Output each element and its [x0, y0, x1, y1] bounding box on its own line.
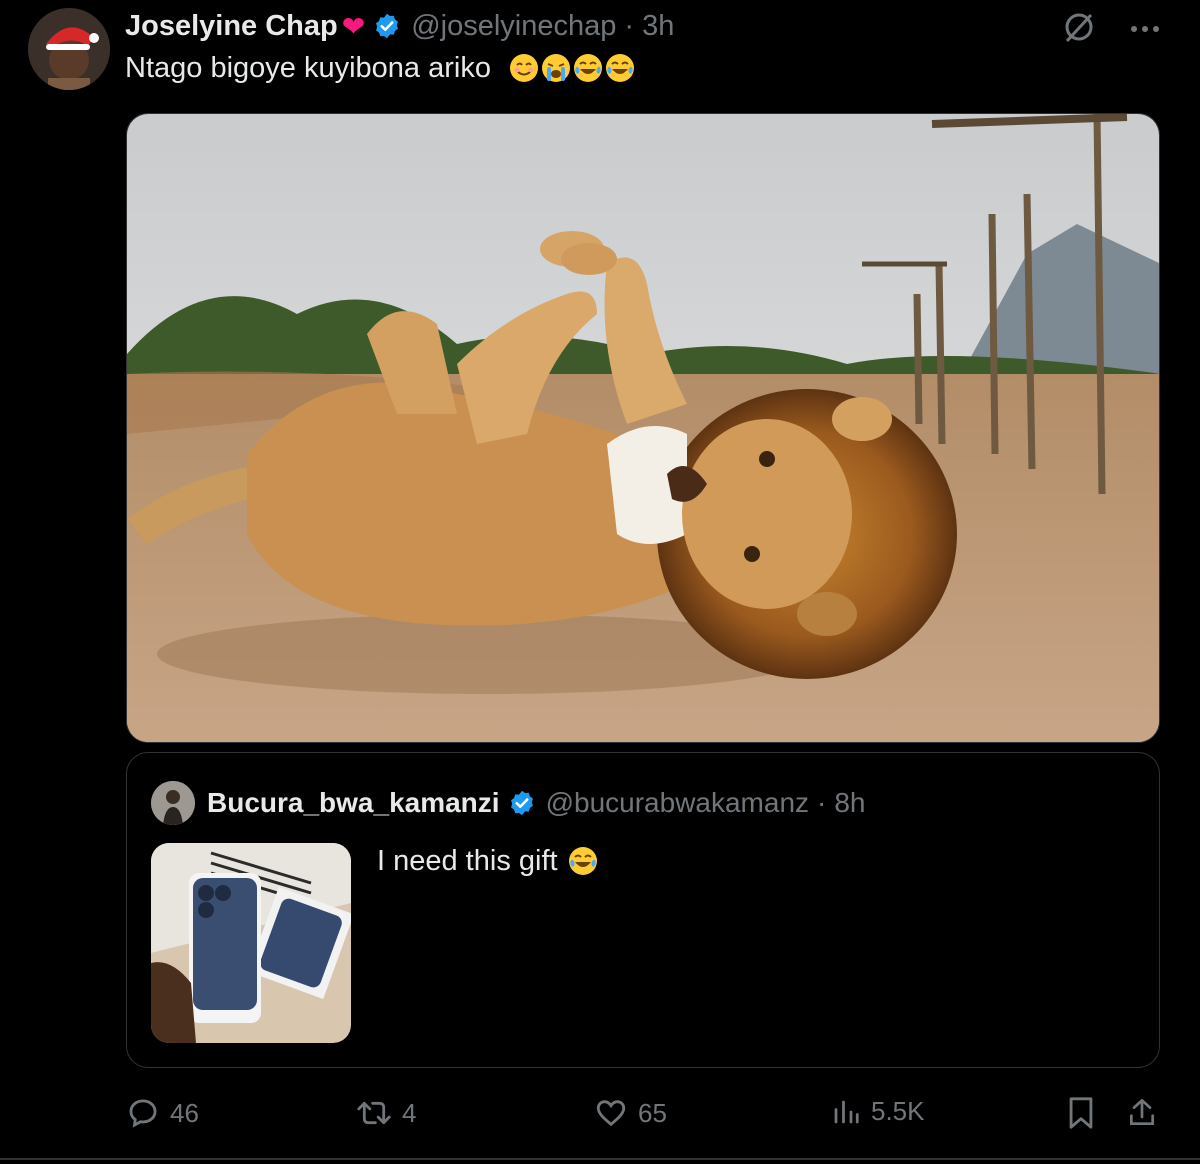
dot-separator: ·: [817, 787, 827, 818]
views-button[interactable]: 5.5K: [831, 1096, 925, 1127]
reply-icon: [129, 1099, 157, 1128]
quoted-tweet-text-content: I need this gift: [377, 845, 558, 877]
tweet-text-content: Ntago bigoye kuyibona ariko: [125, 52, 491, 84]
tweet: Joselyine Chap ❤ @joselyinechap · 3h Nta…: [0, 0, 1200, 1164]
dot-separator: ·: [624, 9, 635, 42]
quoted-tweet-header: Bucura_bwa_kamanzi @bucurabwakamanz · 8h: [151, 781, 866, 825]
reply-button[interactable]: 46: [126, 1096, 199, 1130]
heart-outline-icon: [596, 1100, 626, 1127]
repost-count: 4: [402, 1097, 417, 1128]
phone-photo[interactable]: [151, 843, 351, 1043]
reply-count: 46: [170, 1097, 199, 1128]
share-icon: [1130, 1099, 1154, 1125]
crying-face-icon: [542, 54, 571, 82]
author-avatar[interactable]: [28, 8, 110, 90]
quoted-tweet-time[interactable]: 8h: [834, 787, 865, 819]
grok-icon[interactable]: [1062, 10, 1096, 49]
tweet-text: Ntago bigoye kuyibona ariko: [125, 52, 635, 85]
smiling-face-icon: [510, 54, 539, 82]
bookmark-icon: [1069, 1097, 1093, 1129]
verified-badge-icon[interactable]: [508, 789, 536, 817]
quoted-author-avatar[interactable]: [151, 781, 195, 825]
bookmark-button[interactable]: [1066, 1096, 1096, 1130]
tears-of-joy-icon: [606, 54, 635, 82]
tweet-actions: 46 4 65 5.5K: [126, 1090, 1166, 1140]
quoted-tweet[interactable]: Bucura_bwa_kamanzi @bucurabwakamanz · 8h: [126, 752, 1160, 1068]
quoted-author-handle[interactable]: @bucurabwakamanz: [546, 787, 809, 819]
lion-photo[interactable]: [126, 113, 1160, 743]
more-icon[interactable]: [1130, 21, 1160, 39]
like-count: 65: [638, 1097, 667, 1128]
quoted-author-name[interactable]: Bucura_bwa_kamanzi: [207, 787, 500, 819]
divider: [0, 1158, 1200, 1160]
heart-icon: ❤: [341, 10, 366, 42]
like-button[interactable]: 65: [594, 1096, 667, 1130]
author-name[interactable]: Joselyine Chap: [125, 10, 338, 43]
tweet-time[interactable]: 3h: [642, 10, 674, 43]
share-button[interactable]: [1126, 1096, 1158, 1130]
repost-icon: [357, 1101, 391, 1125]
author-handle[interactable]: @joselyinechap: [411, 10, 616, 43]
quoted-tweet-text: I need this gift: [377, 845, 598, 878]
tears-of-joy-icon: [568, 847, 597, 875]
verified-badge-icon[interactable]: [373, 12, 401, 40]
tweet-header: Joselyine Chap ❤ @joselyinechap · 3h: [125, 6, 674, 46]
views-icon: [834, 1100, 859, 1123]
repost-button[interactable]: 4: [356, 1096, 416, 1130]
tears-of-joy-icon: [574, 54, 603, 82]
views-count: 5.5K: [871, 1096, 925, 1126]
top-actions: [1062, 10, 1160, 49]
